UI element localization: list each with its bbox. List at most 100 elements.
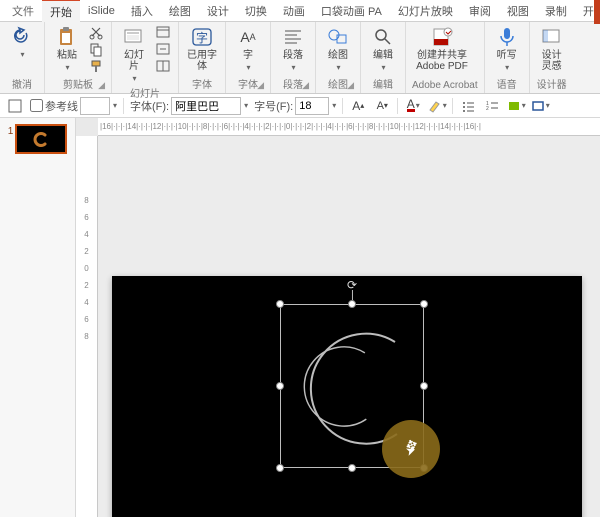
font-button[interactable]: AA 字 ▾ <box>232 24 264 74</box>
increase-font-button[interactable]: A▴ <box>349 97 367 115</box>
font-label: 字 <box>243 50 253 61</box>
chevron-down-icon[interactable]: ▾ <box>332 101 336 110</box>
guides-control[interactable]: 参考线 ▾ <box>30 97 117 115</box>
chevron-down-icon: ▾ <box>505 63 509 72</box>
copy-button[interactable] <box>87 41 105 57</box>
tab-slideshow[interactable]: 幻灯片放映 <box>390 0 461 22</box>
resize-handle-tl[interactable] <box>276 300 284 308</box>
cut-button[interactable] <box>87 24 105 40</box>
ribbon: ▾ 撤消 粘贴 ▾ 剪贴板◢ 幻灯 片 <box>0 22 600 94</box>
slide-workspace[interactable]: ⟳ ✥➤ <box>98 136 600 517</box>
secondary-toolbar: 参考线 ▾ 字体(F): ▾ 字号(F): ▾ A▴ A▾ A▾ ▾ 12 ▾ … <box>0 94 600 118</box>
launcher-icon[interactable]: ◢ <box>347 80 354 91</box>
rotate-handle[interactable]: ⟳ <box>347 278 357 292</box>
paste-button[interactable]: 粘贴 ▾ <box>51 24 83 74</box>
resize-handle-tr[interactable] <box>420 300 428 308</box>
slide-thumbnail[interactable]: 1 <box>8 124 68 154</box>
group-label-adobe: Adobe Acrobat <box>412 80 478 93</box>
resize-handle-bl[interactable] <box>276 464 284 472</box>
tab-review[interactable]: 审阅 <box>461 0 499 22</box>
new-slide-button[interactable]: 幻灯 片 ▾ <box>118 24 150 85</box>
tab-draw[interactable]: 绘图 <box>161 0 199 22</box>
group-clipboard: 粘贴 ▾ 剪贴板◢ <box>45 22 112 93</box>
resize-handle-tm[interactable] <box>348 300 356 308</box>
tab-design[interactable]: 设计 <box>199 0 237 22</box>
resize-handle-ml[interactable] <box>276 382 284 390</box>
launcher-icon[interactable]: ◢ <box>98 80 105 91</box>
group-label-editing: 编辑 <box>367 76 399 93</box>
chevron-down-icon[interactable]: ▾ <box>113 101 117 110</box>
reset-button[interactable] <box>154 41 172 57</box>
group-label-voice: 语音 <box>491 76 523 93</box>
group-label-font: 字体◢ <box>232 76 264 93</box>
font-color-button[interactable]: A▾ <box>404 97 422 115</box>
group-slides: 幻灯 片 ▾ 幻灯片 <box>112 22 179 93</box>
thumbnail-preview <box>15 124 67 154</box>
highlight-button[interactable]: ▾ <box>428 97 446 115</box>
tab-transitions[interactable]: 切换 <box>237 0 275 22</box>
find-icon <box>372 26 394 48</box>
tab-insert[interactable]: 插入 <box>123 0 161 22</box>
chevron-down-icon: ▾ <box>65 63 69 72</box>
bullets-button[interactable] <box>459 97 477 115</box>
format-painter-button[interactable] <box>87 58 105 74</box>
tab-islide[interactable]: iSlide <box>80 2 123 20</box>
slide-thumbnail-panel: 1 <box>0 118 76 517</box>
designer-label: 设计 灵感 <box>542 50 562 72</box>
separator <box>452 98 453 114</box>
shapes-icon <box>327 26 349 48</box>
svg-text:2: 2 <box>486 106 489 112</box>
undo-button[interactable]: ▾ <box>6 24 38 61</box>
font-size-control: 字号(F): ▾ <box>254 97 336 115</box>
ribbon-tabs: 文件 开始 iSlide 插入 绘图 设计 切换 动画 口袋动画 PA 幻灯片放… <box>0 0 600 22</box>
slide[interactable]: ⟳ ✥➤ <box>112 276 582 517</box>
font-size-input[interactable] <box>295 97 329 115</box>
vertical-ruler: 864202468 <box>76 136 98 517</box>
paragraph-label: 段落 <box>283 50 303 61</box>
outline-toggle-button[interactable] <box>6 97 24 115</box>
clipboard-icon <box>56 26 78 48</box>
paragraph-button[interactable]: 段落 ▾ <box>277 24 309 74</box>
tab-pocket-anim[interactable]: 口袋动画 PA <box>313 0 390 22</box>
group-label-slides: 幻灯片 <box>118 85 172 102</box>
shape-outline-button[interactable]: ▾ <box>531 97 549 115</box>
section-button[interactable] <box>154 58 172 74</box>
guides-input[interactable] <box>80 97 110 115</box>
separator <box>342 98 343 114</box>
new-slide-label: 幻灯 片 <box>124 50 144 72</box>
chevron-down-icon: ▾ <box>291 63 295 72</box>
layout-button[interactable] <box>154 24 172 40</box>
font-family-input[interactable] <box>171 97 241 115</box>
tab-file[interactable]: 文件 <box>4 0 42 22</box>
editing-button[interactable]: 编辑 ▾ <box>367 24 399 74</box>
adobe-pdf-button[interactable]: 创建并共享 Adobe PDF <box>412 24 472 74</box>
designer-button[interactable]: 设计 灵感 <box>536 24 568 74</box>
tab-animations[interactable]: 动画 <box>275 0 313 22</box>
shape-fill-button[interactable]: ▾ <box>507 97 525 115</box>
used-fonts-button[interactable]: 字 已用字 体 <box>185 24 219 74</box>
dictate-button[interactable]: 听写 ▾ <box>491 24 523 74</box>
chevron-down-icon[interactable]: ▾ <box>244 101 248 110</box>
designer-icon <box>541 26 563 48</box>
decrease-font-button[interactable]: A▾ <box>373 97 391 115</box>
selected-shape-group[interactable]: ⟳ ✥➤ <box>272 296 432 476</box>
tab-home[interactable]: 开始 <box>42 0 80 23</box>
tab-record[interactable]: 录制 <box>537 0 575 22</box>
chevron-down-icon: ▾ <box>336 63 340 72</box>
numbering-button[interactable]: 12 <box>483 97 501 115</box>
horizontal-ruler: |16|·|·|·|14|·|·|·|12|·|·|·|10|·|·|·|8|·… <box>98 118 600 136</box>
guides-checkbox[interactable] <box>30 99 43 112</box>
drawing-label: 绘图 <box>328 50 348 61</box>
resize-handle-mr[interactable] <box>420 382 428 390</box>
drawing-button[interactable]: 绘图 ▾ <box>322 24 354 74</box>
app-accent-edge <box>594 0 600 24</box>
separator <box>397 98 398 114</box>
svg-text:字: 字 <box>196 30 208 45</box>
font-size-icon: AA <box>237 26 259 48</box>
resize-handle-bm[interactable] <box>348 464 356 472</box>
launcher-icon[interactable]: ◢ <box>302 80 309 91</box>
tab-view[interactable]: 视图 <box>499 0 537 22</box>
guides-label: 参考线 <box>45 98 78 114</box>
launcher-icon[interactable]: ◢ <box>257 80 264 91</box>
group-label-paragraph: 段落◢ <box>277 76 309 93</box>
